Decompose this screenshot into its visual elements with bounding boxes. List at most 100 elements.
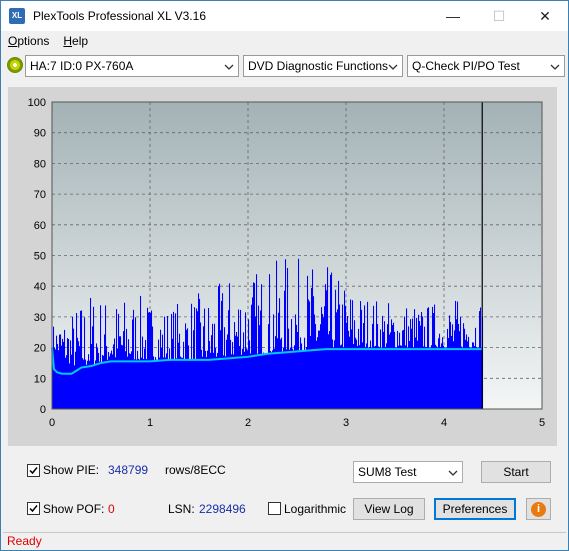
pi-error-bar	[421, 311, 423, 409]
start-button[interactable]: Start	[481, 461, 551, 483]
function-select[interactable]: DVD Diagnostic Functions	[243, 55, 403, 77]
pi-error-bar	[108, 351, 110, 409]
test-select[interactable]: Q-Check PI/PO Test	[407, 55, 565, 77]
x-tick-label: 1	[147, 417, 153, 429]
info-button[interactable]: i	[526, 498, 551, 520]
pi-error-bar	[81, 310, 83, 409]
close-button[interactable]: ✕	[522, 1, 568, 31]
pi-error-bar	[431, 345, 433, 409]
y-tick-label: 90	[34, 128, 46, 140]
pi-error-bar	[443, 345, 445, 409]
pi-error-bar	[176, 358, 178, 409]
show-pof-checkbox[interactable]	[27, 502, 40, 515]
pi-error-bar	[397, 330, 399, 409]
pi-error-bar	[270, 350, 272, 409]
pi-error-bar	[75, 351, 77, 409]
pi-error-bar	[381, 347, 383, 409]
window-title: PlexTools Professional XL V3.16	[33, 9, 206, 23]
pi-error-bar	[227, 334, 229, 409]
pi-error-bar	[264, 353, 266, 409]
pi-error-bar	[288, 328, 290, 409]
pi-error-bar	[172, 338, 174, 409]
pi-error-bar	[449, 315, 451, 409]
pi-error-bar	[158, 339, 160, 409]
lsn-value: 2298496	[199, 502, 246, 516]
pi-error-bar	[407, 347, 409, 409]
pi-error-bar	[314, 314, 316, 409]
drive-select[interactable]: HA:7 ID:0 PX-760A	[25, 55, 239, 77]
pi-error-bar	[82, 358, 84, 409]
pi-error-bar	[331, 272, 333, 409]
pi-error-bar	[106, 346, 108, 409]
pi-error-bar	[123, 331, 125, 409]
pi-error-bar	[203, 326, 205, 409]
pi-error-bar	[126, 328, 128, 409]
pi-error-bar	[206, 357, 208, 409]
pi-error-bar	[302, 350, 304, 409]
pi-error-bar	[175, 313, 177, 409]
pi-error-bar	[346, 322, 348, 409]
pi-error-bar	[276, 260, 278, 409]
x-tick-label: 3	[343, 417, 349, 429]
pi-error-bar	[180, 356, 182, 409]
pi-error-bar	[174, 359, 176, 409]
pi-error-bar	[104, 334, 106, 409]
pi-error-bar	[229, 283, 231, 409]
pi-error-bar	[463, 323, 465, 409]
pi-error-bar	[195, 359, 197, 409]
pi-error-bar	[297, 331, 299, 409]
pi-error-bar	[474, 346, 476, 409]
y-tick-label: 30	[34, 312, 46, 324]
pi-error-bar	[232, 342, 234, 409]
pi-error-bar	[163, 357, 165, 409]
pi-error-bar	[475, 327, 477, 409]
pi-error-bar	[183, 341, 185, 409]
maximize-button[interactable]: ☐	[476, 1, 522, 31]
pi-error-bar	[225, 356, 227, 409]
pi-error-bar	[107, 359, 109, 409]
pi-error-bar	[221, 300, 223, 409]
pi-error-bar	[179, 333, 181, 409]
pi-error-bar	[200, 322, 202, 409]
pi-error-bar	[261, 284, 263, 409]
menu-help[interactable]: Help	[56, 34, 95, 48]
pi-error-bar	[76, 313, 78, 409]
app-window: XL PlexTools Professional XL V3.16 — ☐ ✕…	[0, 0, 569, 551]
menu-options[interactable]: Options	[1, 34, 56, 48]
pi-error-bar	[162, 334, 164, 409]
pi-error-bar	[339, 304, 341, 409]
pi-error-bar	[301, 343, 303, 409]
pi-error-bar	[182, 357, 184, 409]
pi-error-bar	[77, 337, 79, 409]
pi-error-bar	[338, 280, 340, 409]
pi-error-bar	[260, 310, 262, 409]
pi-error-bar	[154, 359, 156, 409]
pi-error-bar	[235, 335, 237, 409]
pi-error-bar	[239, 346, 241, 409]
pi-error-bar	[423, 346, 425, 409]
pi-error-bar	[330, 274, 332, 409]
minimize-button[interactable]: —	[430, 1, 476, 31]
pi-error-bar	[422, 316, 424, 409]
logarithmic-checkbox[interactable]	[268, 502, 281, 515]
pi-error-bar	[395, 347, 397, 409]
pi-error-bar	[269, 274, 271, 409]
pi-error-bar	[188, 345, 190, 409]
pi-error-bar	[480, 307, 482, 409]
view-log-button[interactable]: View Log	[353, 498, 425, 520]
pi-error-bar	[454, 330, 456, 409]
test-type-select[interactable]: SUM8 Test	[353, 461, 463, 483]
status-bar: Ready	[3, 532, 566, 549]
pi-error-bar	[170, 359, 172, 409]
pi-error-bar	[353, 344, 355, 409]
pi-error-bar	[445, 347, 447, 409]
pi-error-bar	[437, 347, 439, 409]
pi-error-bar	[318, 330, 320, 409]
pi-error-bar	[329, 330, 331, 409]
pi-error-bar	[223, 355, 225, 409]
test-type-value: SUM8 Test	[358, 465, 417, 479]
show-pie-checkbox[interactable]	[27, 464, 40, 477]
preferences-button[interactable]: Preferences	[434, 498, 516, 520]
pi-error-bar	[268, 324, 270, 409]
pi-error-bar	[193, 330, 195, 409]
